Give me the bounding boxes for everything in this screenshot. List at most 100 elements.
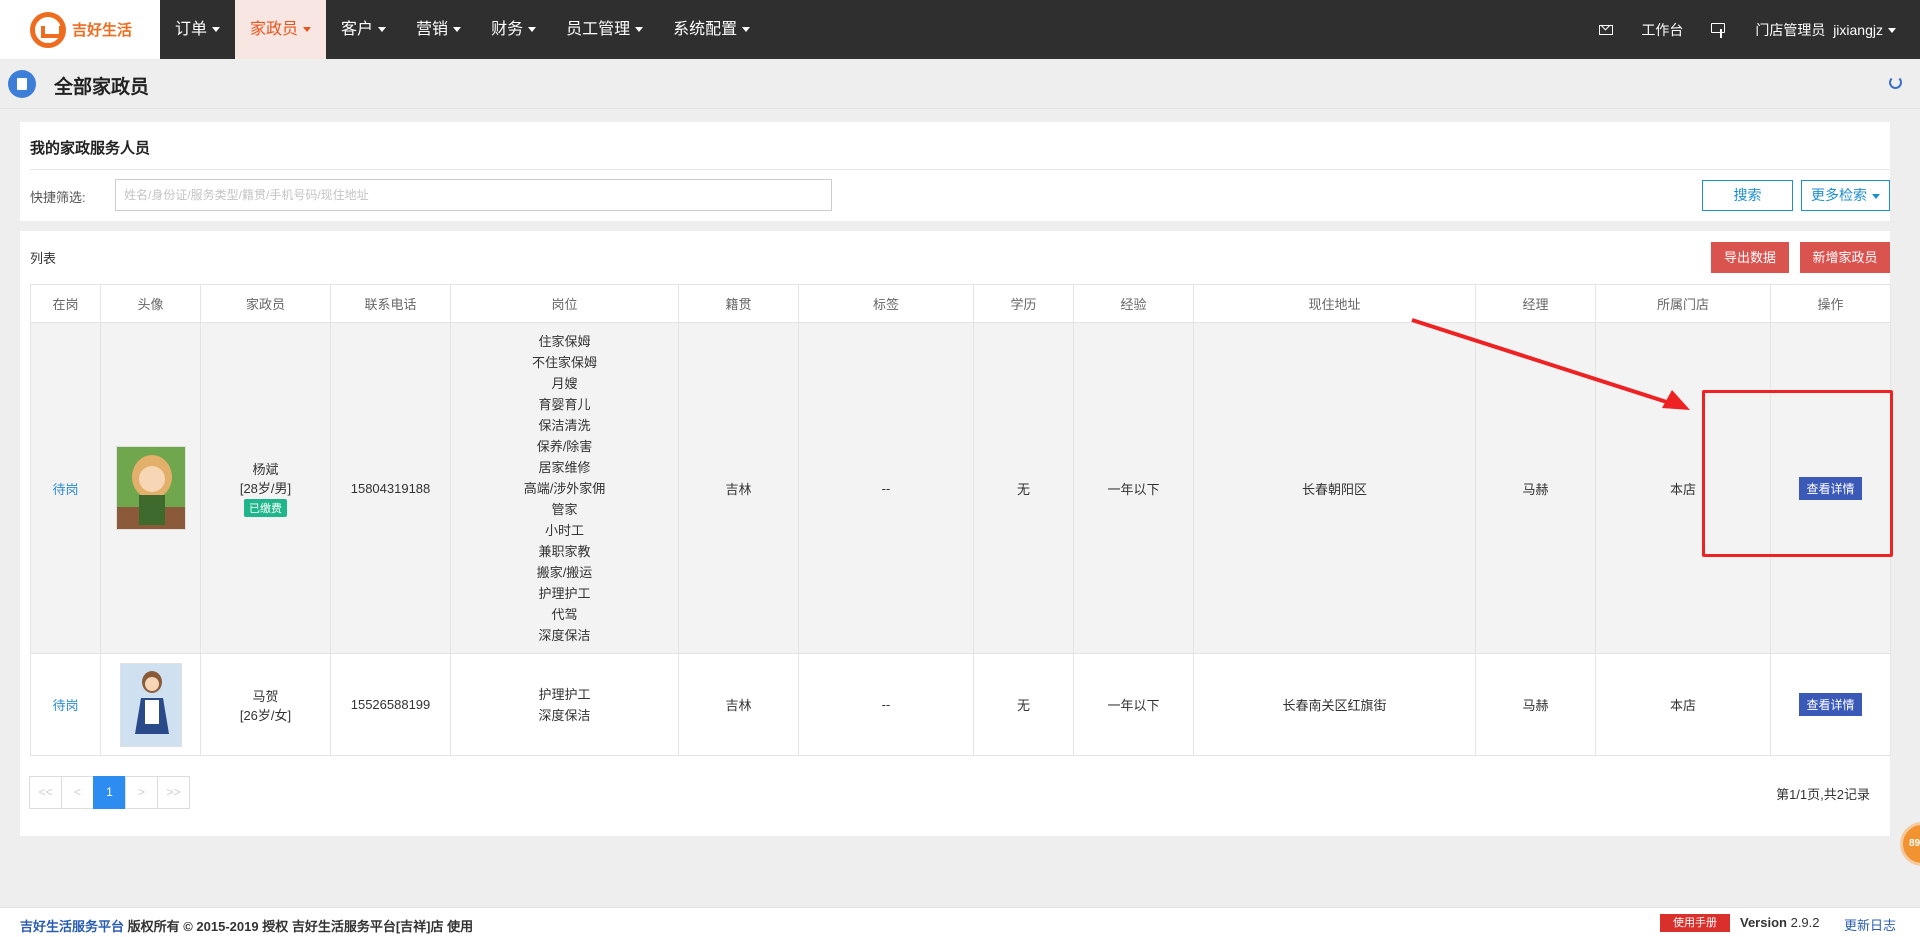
- position-item: 深度保洁: [538, 707, 591, 723]
- version-number: 2.9.2: [1790, 915, 1820, 930]
- avatar[interactable]: [119, 662, 182, 747]
- divider: [30, 169, 1890, 170]
- filter-panel: 我的家政服务人员 快捷筛选: 搜索 更多检索: [20, 122, 1890, 221]
- phone-cell: 15804319188: [330, 322, 451, 654]
- age-gender: [28岁/男]: [239, 481, 292, 496]
- username: jixiangjz: [1833, 21, 1883, 38]
- avatar-cell: [100, 653, 201, 756]
- refresh-icon[interactable]: [1889, 76, 1902, 89]
- nav-item-staff[interactable]: 员工管理: [551, 0, 658, 59]
- table-row: 待岗 马贺 [26岁/女] 15526588199 护理护工 深度保洁 吉林 -…: [30, 653, 1891, 756]
- experience-cell: 一年以下: [1073, 322, 1194, 654]
- nav-item-settings[interactable]: 系统配置: [658, 0, 765, 59]
- age-gender: [26岁/女]: [239, 707, 292, 723]
- experience-cell: 一年以下: [1073, 653, 1194, 756]
- footer-copyright: 吉好生活服务平台 版权所有 © 2015-2019 授权 吉好生活服务平台[吉祥…: [20, 916, 473, 935]
- nav-item-customers[interactable]: 客户: [326, 0, 401, 59]
- logo[interactable]: 吉好生活: [0, 0, 160, 59]
- workbench-link[interactable]: 工作台: [1641, 20, 1683, 40]
- chevron-down-icon: [378, 27, 387, 33]
- page-info: 第1/1页,共2记录: [1776, 787, 1870, 802]
- name-cell: 杨斌 [28岁/男] 已缴费: [200, 322, 331, 654]
- chevron-down-icon: [742, 27, 751, 33]
- notification-icon[interactable]: [1711, 22, 1727, 38]
- hometown-cell: 吉林: [678, 653, 799, 756]
- user-menu[interactable]: 门店管理员 jixiangjz: [1755, 20, 1896, 40]
- pagination: << < 1 > >>: [29, 776, 190, 809]
- mail-icon[interactable]: [1599, 24, 1614, 35]
- panel-title: 我的家政服务人员: [30, 140, 151, 157]
- nav-item-finance[interactable]: 财务: [476, 0, 551, 59]
- prev-page-button[interactable]: <: [61, 776, 94, 809]
- position-item: 深度保洁: [538, 627, 591, 643]
- nav-item-housekeepers[interactable]: 家政员: [235, 0, 327, 59]
- position-item: 小时工: [544, 522, 584, 538]
- chevron-down-icon: [528, 27, 537, 33]
- more-search-button[interactable]: 更多检索: [1801, 180, 1890, 211]
- top-nav: 吉好生活 订单 家政员 客户 营销 财务 员工管理 系统配置 工作台 门店管理员…: [0, 0, 1920, 59]
- avatar-cell: [100, 322, 201, 654]
- list-title: 列表: [30, 251, 57, 266]
- page-header: 全部家政员: [0, 59, 1920, 109]
- nav-label: 订单: [175, 21, 208, 38]
- chevron-down-icon: [635, 27, 644, 33]
- chevron-down-icon: [212, 27, 221, 33]
- nav-label: 员工管理: [566, 21, 631, 38]
- nav-item-orders[interactable]: 订单: [160, 0, 235, 59]
- status-link[interactable]: 待岗: [52, 698, 78, 713]
- more-search-label: 更多检索: [1811, 187, 1867, 203]
- chevron-down-icon: [303, 27, 312, 33]
- first-page-button[interactable]: <<: [29, 776, 62, 809]
- book-icon: [8, 70, 36, 98]
- chevron-down-icon: [453, 27, 462, 33]
- manual-button[interactable]: 使用手册: [1660, 914, 1730, 932]
- avatar-image: [116, 455, 185, 529]
- staff-name: 马贺: [252, 688, 279, 704]
- annotation-arrow: [1411, 318, 1690, 410]
- page-button-current[interactable]: 1: [93, 776, 126, 809]
- tags-cell: --: [798, 653, 974, 756]
- column-header: 岗位: [450, 284, 679, 323]
- floating-badge[interactable]: 89: [1900, 822, 1920, 866]
- footer-copyright-text: 版权所有 © 2015-2019 授权: [124, 919, 292, 934]
- name-cell: 马贺 [26岁/女]: [200, 653, 331, 756]
- nav-label: 财务: [491, 21, 524, 38]
- education-cell: 无: [973, 653, 1074, 756]
- view-detail-button[interactable]: 查看详情: [1799, 693, 1862, 716]
- status-link[interactable]: 待岗: [52, 482, 78, 497]
- position-item: 高端/涉外家佣: [523, 480, 606, 496]
- column-header: 头像: [100, 284, 201, 323]
- nav-label: 客户: [341, 21, 374, 38]
- position-item: 保养/除害: [536, 438, 593, 454]
- position-item: 不住家保姆: [531, 354, 597, 370]
- column-header: 联系电话: [330, 284, 451, 323]
- paid-badge: 已缴费: [244, 499, 287, 517]
- version-label: Version: [1740, 915, 1787, 930]
- column-header: 标签: [798, 284, 974, 323]
- add-housekeeper-button[interactable]: 新增家政员: [1800, 242, 1890, 273]
- logo-icon: [30, 11, 66, 48]
- next-page-button[interactable]: >: [125, 776, 158, 809]
- changelog-link[interactable]: 更新日志: [1844, 915, 1896, 934]
- search-button[interactable]: 搜索: [1702, 180, 1793, 211]
- position-item: 住家保姆: [538, 333, 591, 349]
- position-item: 代驾: [551, 606, 578, 622]
- caret-down-icon: [1872, 193, 1880, 199]
- avatar[interactable]: [115, 446, 186, 530]
- footer-licensee: 吉好生活服务平台[吉祥]店: [291, 919, 444, 934]
- page-title: 全部家政员: [54, 77, 150, 98]
- search-input[interactable]: [115, 179, 832, 211]
- column-header: 在岗: [30, 284, 101, 323]
- export-button[interactable]: 导出数据: [1711, 242, 1789, 273]
- staff-name: 杨斌: [252, 462, 279, 477]
- positions-cell: 护理护工 深度保洁: [450, 653, 679, 756]
- chevron-down-icon: [1888, 28, 1896, 34]
- column-header: 操作: [1770, 284, 1891, 323]
- tags-cell: --: [798, 322, 974, 654]
- position-item: 兼职家教: [538, 543, 591, 559]
- nav-item-marketing[interactable]: 营销: [401, 0, 476, 59]
- nav-label: 营销: [416, 21, 449, 38]
- footer-brand[interactable]: 吉好生活服务平台: [20, 919, 124, 934]
- last-page-button[interactable]: >>: [157, 776, 190, 809]
- main-menu: 订单 家政员 客户 营销 财务 员工管理 系统配置: [160, 0, 765, 59]
